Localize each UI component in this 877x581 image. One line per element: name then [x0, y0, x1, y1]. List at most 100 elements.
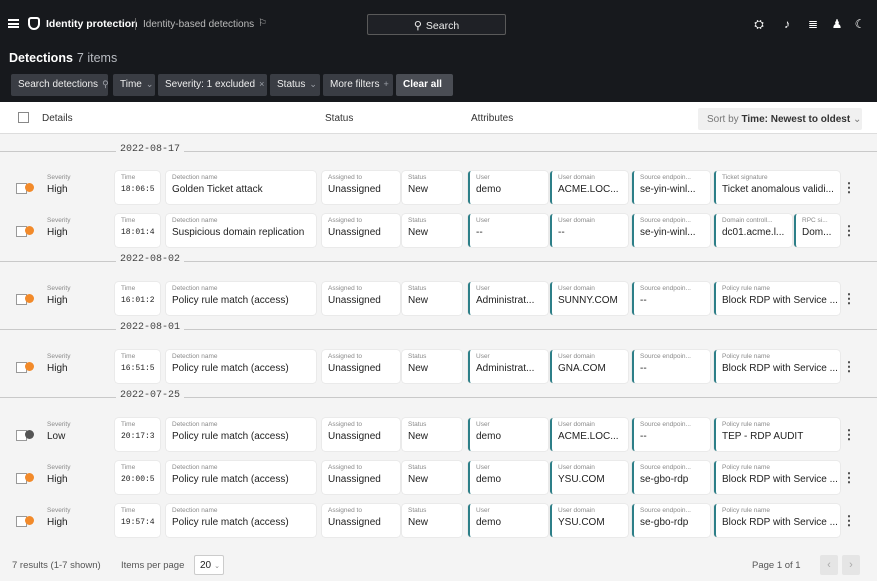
detection-name-cell[interactable]: Detection name Policy rule match (access)	[166, 418, 316, 451]
close-icon[interactable]: ×	[259, 79, 264, 89]
status-cell[interactable]: Status New	[402, 350, 462, 383]
assigned-to-cell[interactable]: Assigned to Unassigned	[322, 282, 400, 315]
next-page-button[interactable]: ›	[842, 555, 860, 575]
search-detections-filter[interactable]: Search detections ⚲	[11, 74, 109, 96]
attribute-cell: Domain controll... dc01.acme.l...	[714, 214, 792, 247]
detection-name-cell[interactable]: Detection name Golden Ticket attack	[166, 171, 316, 204]
assigned-to-cell[interactable]: Assigned to Unassigned	[322, 461, 400, 494]
status-cell[interactable]: Status New	[402, 171, 462, 204]
assigned-to-cell[interactable]: Assigned to Unassigned	[322, 504, 400, 537]
assigned-to-cell-value: Unassigned	[328, 184, 381, 195]
assigned-to-cell[interactable]: Assigned to Unassigned	[322, 214, 400, 247]
severity-cell-value: High	[47, 517, 68, 528]
more-filters-button[interactable]: More filters +	[323, 74, 393, 96]
more-actions-icon[interactable]: ⋮	[842, 282, 856, 315]
more-actions-icon[interactable]: ⋮	[842, 418, 856, 451]
user-account-icon[interactable]: ♟	[830, 17, 844, 31]
severity-cell-value: High	[47, 184, 68, 195]
detection-name-cell-value: Suspicious domain replication	[172, 227, 305, 238]
assigned-to-cell[interactable]: Assigned to Unassigned	[322, 418, 400, 451]
assigned-to-cell[interactable]: Assigned to Unassigned	[322, 350, 400, 383]
detection-row[interactable]: Severity Low Time 20:17:3 Detection name Poli…	[6, 418, 864, 451]
detection-row[interactable]: Severity High Time 19:57:4 Detection name Pol…	[6, 504, 864, 537]
severity-filter[interactable]: Severity: 1 excluded ×	[158, 74, 267, 96]
search-small-icon: ⚲	[102, 79, 109, 89]
status-column-header[interactable]: Status	[325, 113, 353, 124]
detection-row[interactable]: Severity High Time 16:51:5 Detection name Pol…	[6, 350, 864, 383]
notifications-bell-icon[interactable]: ♪	[780, 17, 794, 31]
attributes-column-header[interactable]: Attributes	[471, 113, 513, 124]
sort-dropdown[interactable]: Sort by Time: Newest to oldest ⌄	[698, 108, 862, 130]
breadcrumb[interactable]: Identity-based detections	[143, 19, 254, 30]
source-endpoint-cell-value: --	[640, 295, 647, 306]
detection-name-cell[interactable]: Detection name Policy rule match (access)	[166, 350, 316, 383]
bookmark-icon[interactable]: ⚐	[258, 18, 267, 29]
status-filter-label: Status	[277, 79, 306, 90]
detection-row[interactable]: Severity High Time 20:00:5 Detection name Pol…	[6, 461, 864, 494]
clear-all-button[interactable]: Clear all	[396, 74, 453, 96]
menu-icon[interactable]	[8, 19, 19, 28]
user-domain-cell: User domain ACME.LOC...	[550, 171, 628, 204]
theme-moon-icon[interactable]: ☾	[853, 17, 867, 31]
attribute-cell-secondary-value: Dom...	[802, 227, 832, 238]
severity-cell-label: Severity	[47, 421, 71, 428]
detection-name-cell-label: Detection name	[172, 507, 218, 514]
attribute-cell-secondary: RPC si... Dom...	[794, 214, 840, 247]
app-title[interactable]: Identity protection	[46, 18, 138, 30]
status-cell[interactable]: Status New	[402, 214, 462, 247]
time-filter[interactable]: Time ⌄	[113, 74, 155, 96]
items-per-page-select[interactable]: 20 ⌄	[194, 555, 224, 575]
attribute-cell-value: Block RDP with Service ...	[722, 295, 838, 306]
detection-row[interactable]: Severity High Time 18:01:4 Detection name Sus…	[6, 214, 864, 247]
detection-row[interactable]: Severity High Time 18:06:5 Detection name Gol…	[6, 171, 864, 204]
apps-list-icon[interactable]: ≣	[806, 17, 820, 31]
time-cell-label: Time	[121, 285, 136, 292]
detection-name-cell[interactable]: Detection name Policy rule match (access)	[166, 504, 316, 537]
severity-cell-value: High	[47, 295, 68, 306]
global-search-button[interactable]: ⚲ Search	[367, 14, 506, 35]
detection-name-cell[interactable]: Detection name Suspicious domain replicat…	[166, 214, 316, 247]
attribute-cell-value: Ticket anomalous validi...	[722, 184, 834, 195]
time-cell: Time 18:06:5	[115, 171, 160, 204]
source-endpoint-cell-label: Source endpoin...	[640, 464, 691, 471]
time-cell-label: Time	[121, 507, 136, 514]
time-cell-label: Time	[121, 174, 136, 181]
more-actions-icon[interactable]: ⋮	[842, 214, 856, 247]
user-cell-value: Administrat...	[476, 363, 535, 374]
user-cell-value: demo	[476, 431, 502, 442]
status-cell[interactable]: Status New	[402, 461, 462, 494]
user-cell-label: User	[476, 421, 490, 428]
detection-name-cell[interactable]: Detection name Policy rule match (access)	[166, 282, 316, 315]
select-all-checkbox[interactable]	[18, 112, 29, 123]
more-actions-icon[interactable]: ⋮	[842, 171, 856, 204]
status-cell[interactable]: Status New	[402, 504, 462, 537]
user-domain-cell-value: SUNNY.COM	[558, 295, 618, 306]
more-filters-label: More filters	[330, 79, 380, 90]
source-endpoint-cell-value: se-gbo-rdp	[640, 474, 689, 485]
detection-row[interactable]: Severity High Time 16:01:2 Detection name Pol…	[6, 282, 864, 315]
detection-name-cell-value: Policy rule match (access)	[172, 363, 289, 374]
source-endpoint-cell: Source endpoin... --	[632, 350, 710, 383]
support-icon[interactable]: ⛭	[752, 17, 766, 31]
severity-cell-value: High	[47, 363, 68, 374]
more-actions-icon[interactable]: ⋮	[842, 504, 856, 537]
user-domain-cell-value: ACME.LOC...	[558, 431, 619, 442]
status-filter[interactable]: Status ⌄	[270, 74, 320, 96]
details-column-header[interactable]: Details	[42, 113, 73, 124]
more-actions-icon[interactable]: ⋮	[842, 350, 856, 383]
user-cell-value: demo	[476, 184, 502, 195]
status-cell[interactable]: Status New	[402, 282, 462, 315]
source-endpoint-cell: Source endpoin... se-gbo-rdp	[632, 504, 710, 537]
attribute-cell-label: Policy rule name	[722, 464, 771, 471]
status-cell-value: New	[408, 363, 429, 374]
status-cell[interactable]: Status New	[402, 418, 462, 451]
attribute-cell-label: Ticket signature	[722, 174, 768, 181]
assigned-to-cell[interactable]: Assigned to Unassigned	[322, 171, 400, 204]
user-cell-value: demo	[476, 517, 502, 528]
severity-cell: Severity High	[11, 461, 113, 494]
detection-name-cell[interactable]: Detection name Policy rule match (access)	[166, 461, 316, 494]
more-actions-icon[interactable]: ⋮	[842, 461, 856, 494]
attribute-cell: Policy rule name Block RDP with Service .…	[714, 461, 840, 494]
page-indicator: Page 1 of 1	[752, 560, 801, 571]
previous-page-button[interactable]: ‹	[820, 555, 838, 575]
